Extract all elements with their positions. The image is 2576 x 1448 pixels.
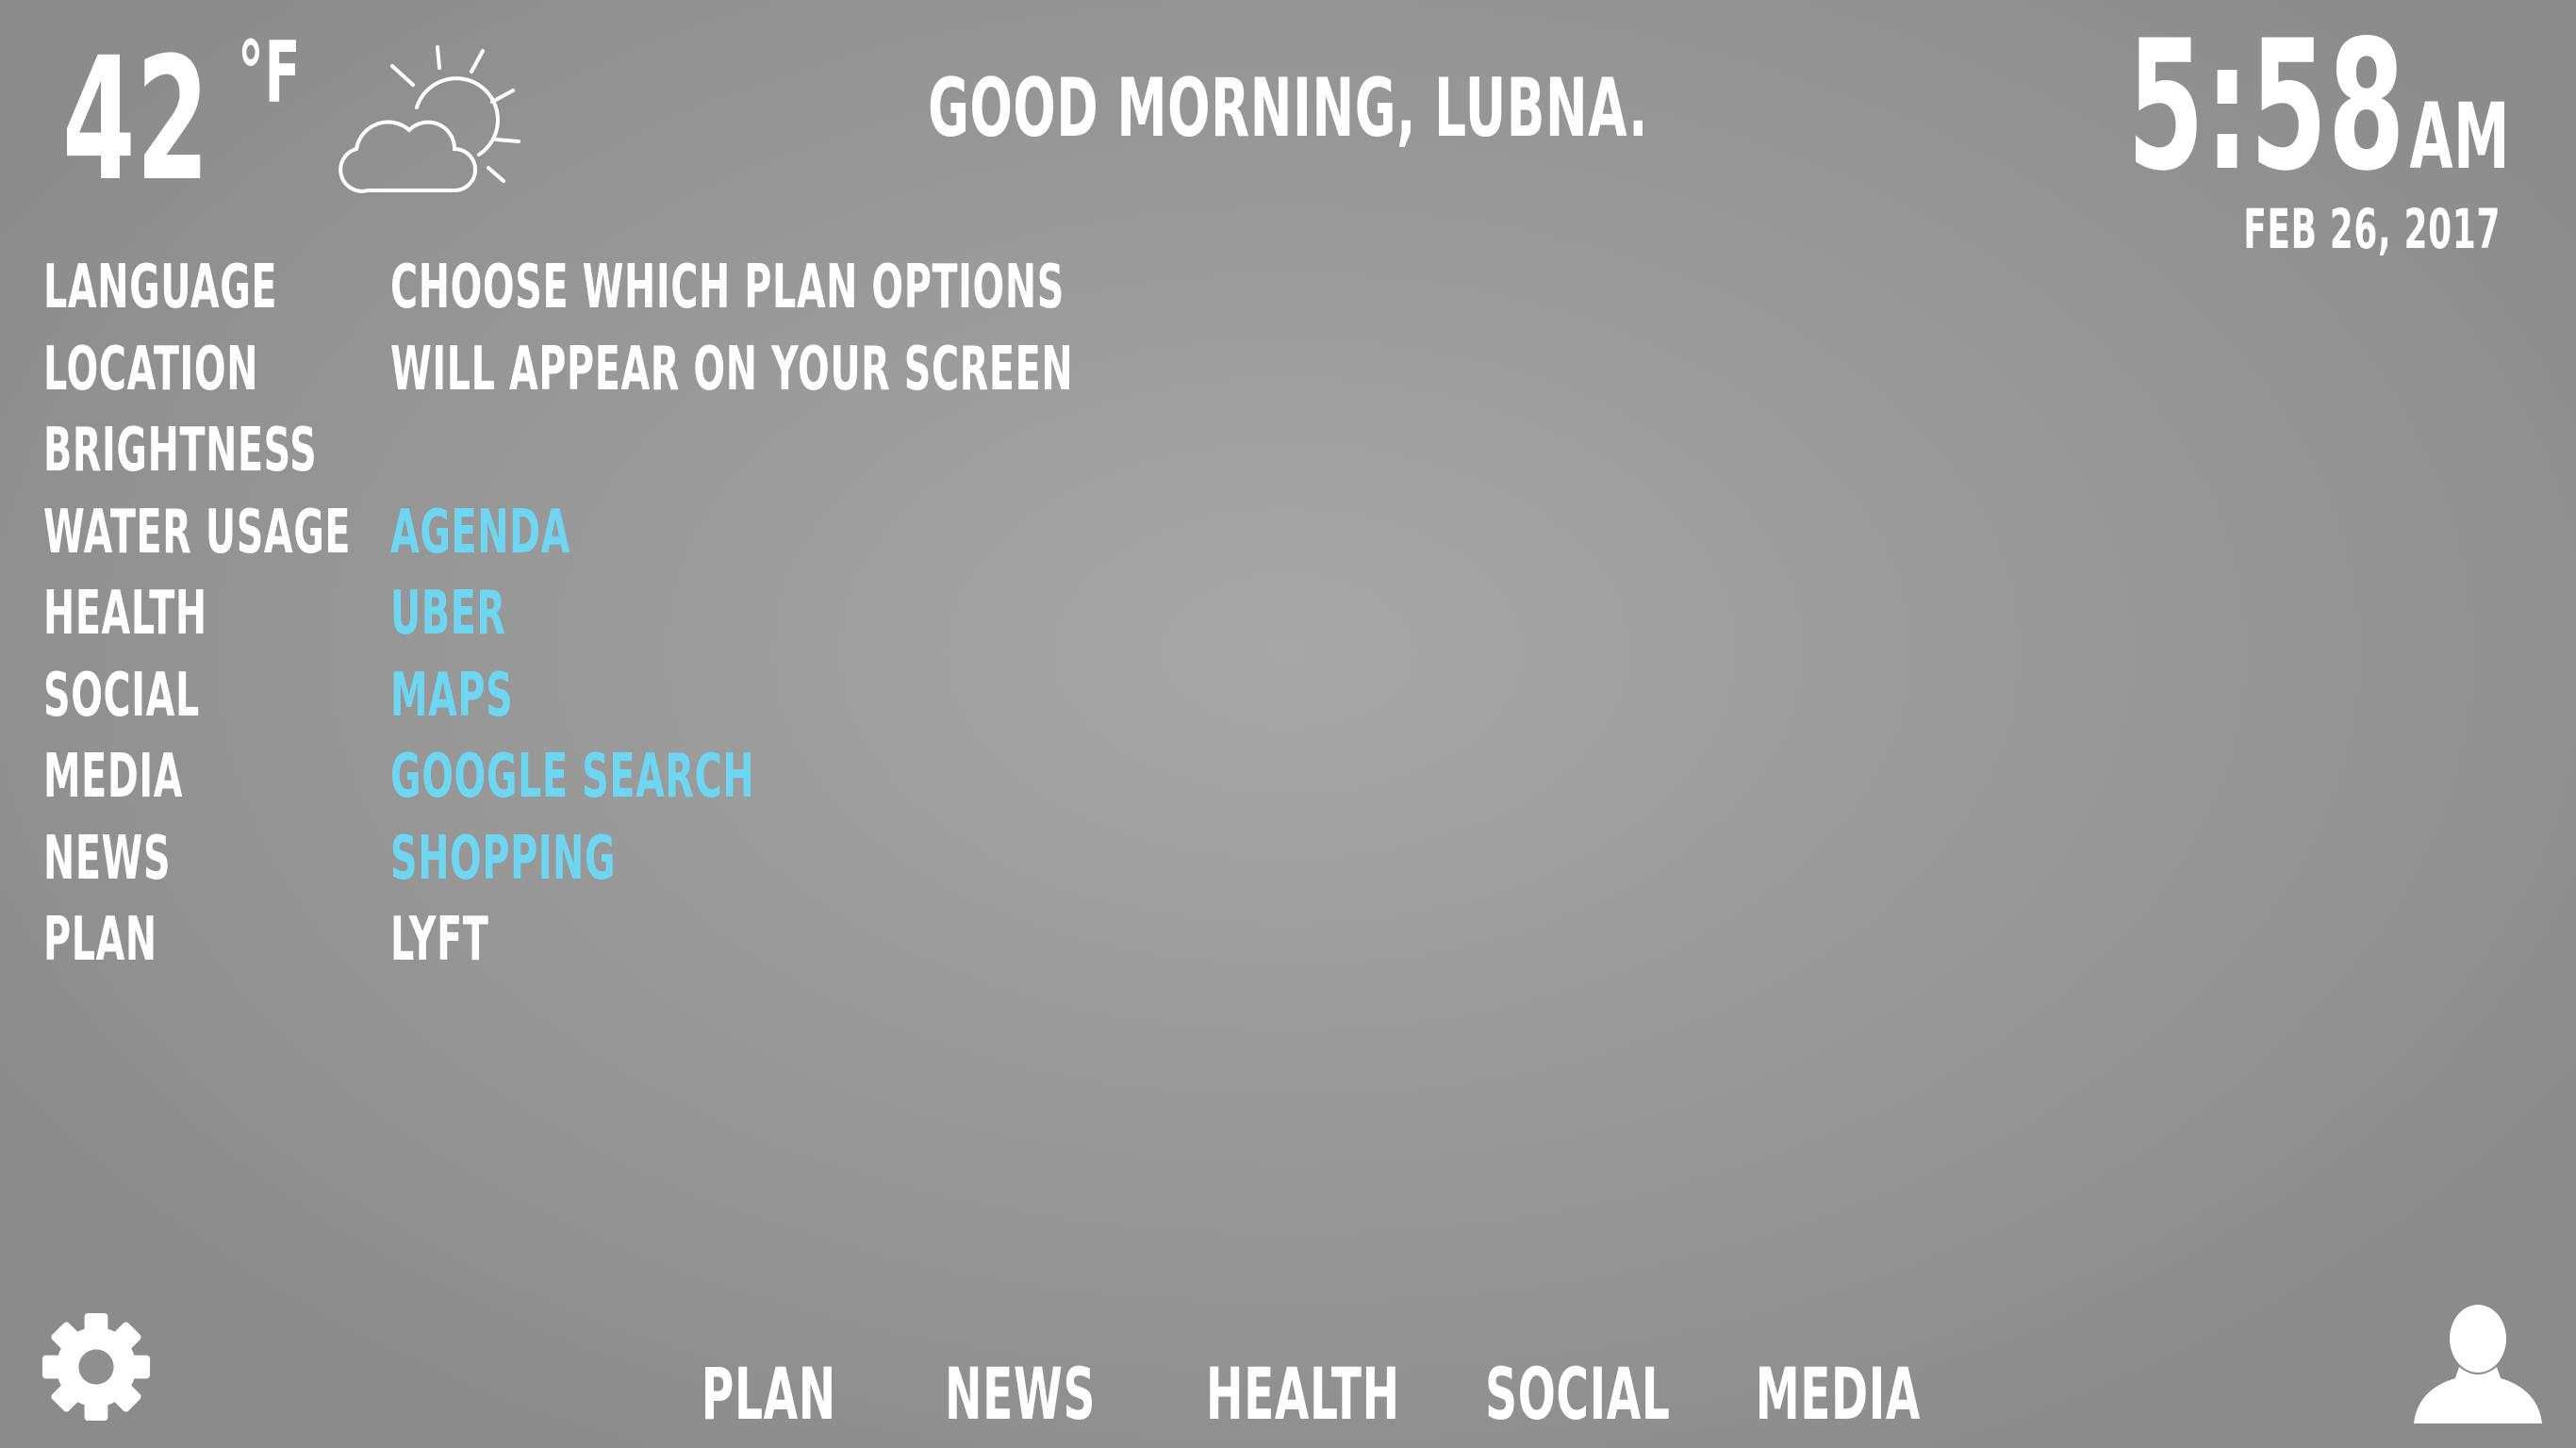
menu-item-label: PLAN: [43, 905, 157, 975]
menu-item-location[interactable]: LOCATION: [43, 329, 421, 411]
plan-option-agenda[interactable]: AGENDA: [390, 492, 1239, 574]
plan-options-panel: CHOOSE WHICH PLAN OPTIONS WILL APPEAR ON…: [390, 247, 1239, 981]
greeting-label: GOOD MORNING, LUBNA.: [928, 61, 1648, 156]
nav-item-label: PLAN: [701, 1352, 836, 1436]
plan-option-label: MAPS: [390, 660, 514, 731]
menu-item-water-usage[interactable]: WATER USAGE: [43, 492, 421, 574]
menu-item-label: SOCIAL: [43, 660, 200, 731]
menu-item-label: WATER USAGE: [43, 497, 352, 568]
user-icon[interactable]: [2412, 1303, 2544, 1427]
plan-option-label: LYFT: [390, 905, 489, 975]
clock-ampm: AM: [2409, 84, 2510, 189]
plan-option-label: UBER: [390, 579, 506, 649]
menu-item-label: HEALTH: [43, 579, 207, 649]
gear-icon[interactable]: [38, 1308, 155, 1425]
clock-time-group: 5:58 AM: [2127, 17, 2510, 226]
menu-item-label: BRIGHTNESS: [43, 416, 318, 485]
nav-item-label: HEALTH: [1206, 1352, 1400, 1436]
menu-item-media[interactable]: MEDIA: [43, 736, 421, 818]
plan-option-uber[interactable]: UBER: [390, 573, 1239, 655]
menu-item-news[interactable]: NEWS: [43, 818, 421, 900]
menu-item-health[interactable]: HEALTH: [43, 573, 421, 655]
menu-item-brightness[interactable]: BRIGHTNESS: [43, 410, 421, 492]
plan-option-label: AGENDA: [390, 497, 570, 568]
nav-item-plan[interactable]: PLAN: [660, 1342, 849, 1446]
settings-menu: LANGUAGE LOCATION BRIGHTNESS WATER USAGE…: [43, 247, 421, 981]
clock-widget: 5:58 AM FEB 26, 2017: [1925, 17, 2510, 262]
description-text: CHOOSE WHICH PLAN OPTIONS: [390, 253, 1065, 322]
plan-option-label: SHOPPING: [390, 823, 617, 894]
plan-option-lyft[interactable]: LYFT: [390, 899, 1239, 981]
menu-item-label: MEDIA: [43, 742, 184, 812]
nav-item-label: MEDIA: [1755, 1352, 1922, 1436]
plan-option-shopping[interactable]: SHOPPING: [390, 818, 1239, 900]
nav-item-news[interactable]: NEWS: [899, 1342, 1095, 1446]
plan-option-google-search[interactable]: GOOGLE SEARCH: [390, 736, 1239, 818]
nav-item-label: NEWS: [945, 1352, 1097, 1436]
description-text: WILL APPEAR ON YOUR SCREEN: [390, 334, 1074, 404]
clock-time: 5:58: [2126, 2, 2406, 210]
plan-options-description-line: WILL APPEAR ON YOUR SCREEN: [390, 329, 1239, 411]
menu-item-label: NEWS: [43, 823, 172, 894]
menu-item-label: LANGUAGE: [43, 253, 278, 322]
nav-item-label: SOCIAL: [1485, 1352, 1671, 1436]
clock-date: FEB 26, 2017: [2086, 196, 2501, 262]
bottom-nav: PLAN NEWS HEALTH SOCIAL MEDIA: [0, 1342, 2576, 1446]
menu-item-language[interactable]: LANGUAGE: [43, 247, 421, 329]
menu-item-social[interactable]: SOCIAL: [43, 655, 421, 737]
menu-item-label: LOCATION: [43, 334, 259, 404]
clock-time-row: 5:58 AM: [1892, 17, 2510, 196]
plan-option-maps[interactable]: MAPS: [390, 655, 1239, 737]
menu-item-plan[interactable]: PLAN: [43, 899, 421, 981]
nav-item-social[interactable]: SOCIAL: [1428, 1342, 1670, 1446]
nav-item-health[interactable]: HEALTH: [1147, 1342, 1399, 1446]
clock-date-label: FEB 26, 2017: [2243, 197, 2501, 261]
plan-options-description-line: CHOOSE WHICH PLAN OPTIONS: [390, 247, 1239, 329]
nav-item-media[interactable]: MEDIA: [1705, 1342, 1921, 1446]
plan-option-label: GOOGLE SEARCH: [390, 742, 755, 812]
